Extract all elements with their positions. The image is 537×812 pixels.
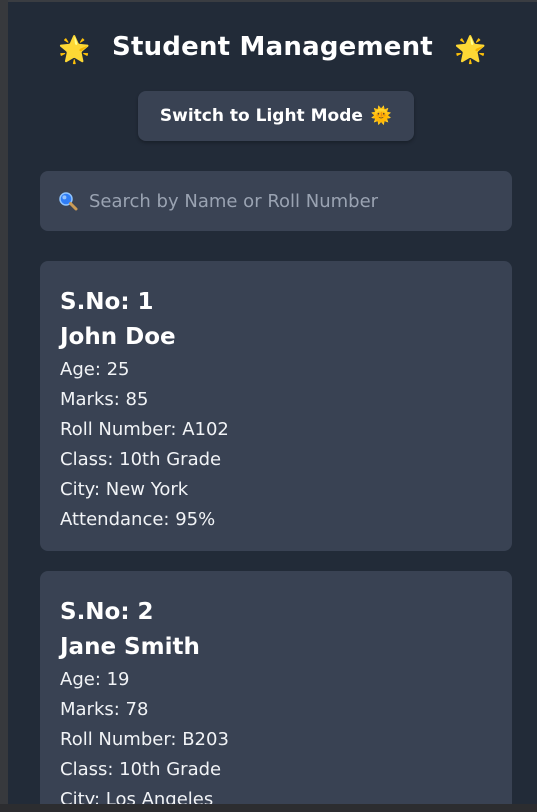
student-attendance: Attendance: 95% (60, 509, 216, 530)
student-class: Class: 10th Grade (60, 449, 222, 470)
sun-face-icon: 🌞 (370, 106, 393, 126)
app-container: 🌟 Student Management 🌟 Switch to Light M… (8, 2, 537, 804)
student-serial-number: S.No: 1 (60, 289, 154, 315)
student-age: Age: 19 (60, 669, 130, 690)
student-marks: Marks: 85 (60, 389, 149, 410)
search-icon (58, 191, 78, 211)
student-roll-number: Roll Number: A102 (60, 419, 229, 440)
student-name: Jane Smith (60, 634, 200, 660)
title-text: Student Management (112, 32, 433, 62)
student-city: City: Los Angeles (60, 789, 214, 804)
page-title: 🌟 Student Management 🌟 (8, 32, 537, 65)
student-roll-number: Roll Number: B203 (60, 729, 229, 750)
student-card: S.No: 2 Jane Smith Age: 19 Marks: 78 Rol… (40, 571, 512, 804)
theme-toggle-label: Switch to Light Mode (159, 106, 363, 126)
student-serial-number: S.No: 2 (60, 599, 154, 625)
student-card: S.No: 1 John Doe Age: 25 Marks: 85 Roll … (40, 261, 512, 551)
window-bottom-edge (0, 804, 537, 812)
star-icon: 🌟 (454, 35, 487, 65)
student-marks: Marks: 78 (60, 699, 149, 720)
star-icon: 🌟 (58, 35, 91, 65)
search-input[interactable] (87, 189, 511, 213)
theme-toggle-button[interactable]: Switch to Light Mode 🌞 (138, 91, 414, 141)
student-name: John Doe (60, 324, 176, 350)
student-class: Class: 10th Grade (60, 759, 222, 780)
window-left-edge (0, 0, 8, 812)
search-bar[interactable] (40, 171, 512, 231)
student-city: City: New York (60, 479, 189, 500)
student-age: Age: 25 (60, 359, 130, 380)
